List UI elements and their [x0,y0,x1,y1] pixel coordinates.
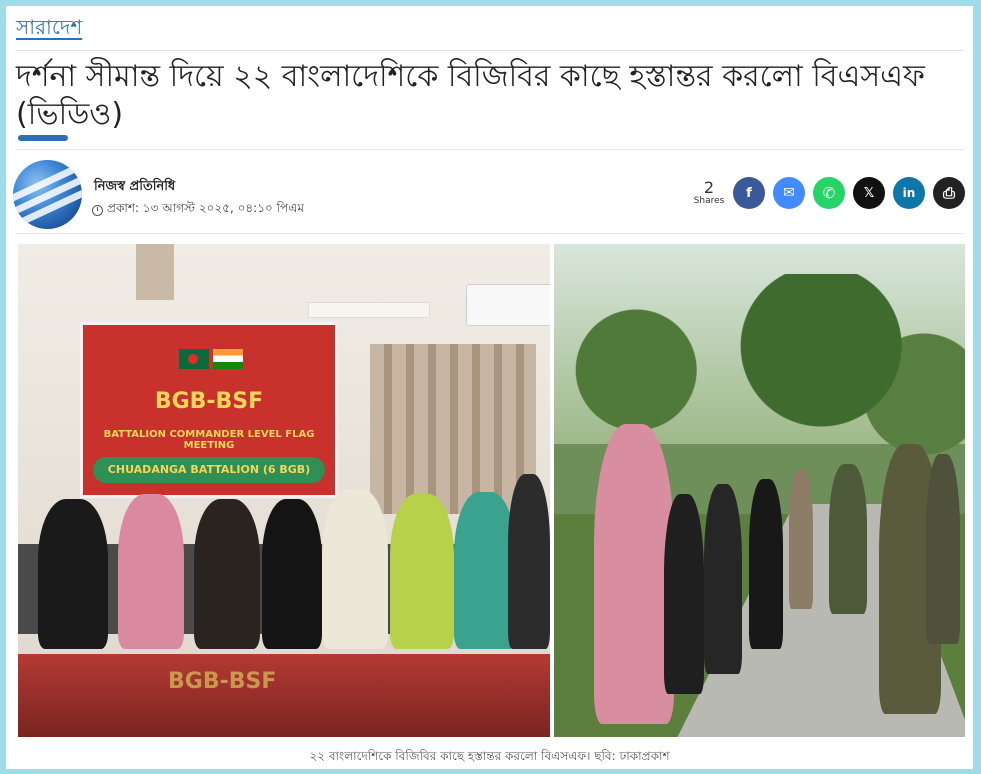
publish-date: প্রকাশ: ১৩ আগস্ট ২০২৫, ০৪:১০ পিএম [92,200,304,220]
banner-pill: CHUADANGA BATTALION (6 BGB) [93,457,325,483]
article-photo-meeting: BGB-BSF BATTALION COMMANDER LEVEL FLAG M… [18,244,550,737]
category-link[interactable]: সারাদেশ [16,14,82,40]
category-divider [16,50,963,51]
share-count-number: 2 [703,178,715,197]
air-conditioner [466,284,550,326]
banner-reflection: BGB-BSF [168,669,277,694]
facebook-share-button[interactable]: f [733,177,765,209]
linkedin-share-button[interactable]: in [893,177,925,209]
whatsapp-share-button[interactable]: ✆ [813,177,845,209]
banner-subtitle: BATTALION COMMANDER LEVEL FLAG MEETING [103,429,315,451]
messenger-icon: ✉ [783,185,795,201]
messenger-share-button[interactable]: ✉ [773,177,805,209]
publish-date-text: প্রকাশ: ১৩ আগস্ট ২০২৫, ০৪:১০ পিএম [107,201,304,215]
print-icon: ⎙ [942,184,955,202]
x-icon: 𝕏 [863,185,875,201]
divider [16,149,963,150]
headline-accent-bar [18,135,68,141]
article-page: সারাদেশ দর্শনা সীমান্ত দিয়ে ২২ বাংলাদেশ… [6,6,973,769]
linkedin-icon: in [902,186,916,200]
facebook-icon: f [746,185,752,201]
article-photo-handover-walk [554,244,965,737]
share-count: 2 Shares [692,178,726,207]
whatsapp-icon: ✆ [822,184,836,202]
clock-icon [92,204,103,216]
photo-caption: ২২ বাংলাদেশিকে বিজিবির কাছে হস্তান্তর কর… [309,749,670,763]
print-button[interactable]: ⎙ [933,177,965,209]
flag-meeting-banner: BGB-BSF BATTALION COMMANDER LEVEL FLAG M… [80,322,338,498]
divider [16,233,963,234]
banner-title: BGB-BSF [154,389,264,414]
article-headline: দর্শনা সীমান্ত দিয়ে ২২ বাংলাদেশিকে বিজি… [16,59,925,132]
author-name[interactable]: নিজস্ব প্রতিনিধি [94,177,175,198]
publisher-logo [13,160,82,229]
x-share-button[interactable]: 𝕏 [853,177,885,209]
share-count-label: Shares [693,196,725,206]
